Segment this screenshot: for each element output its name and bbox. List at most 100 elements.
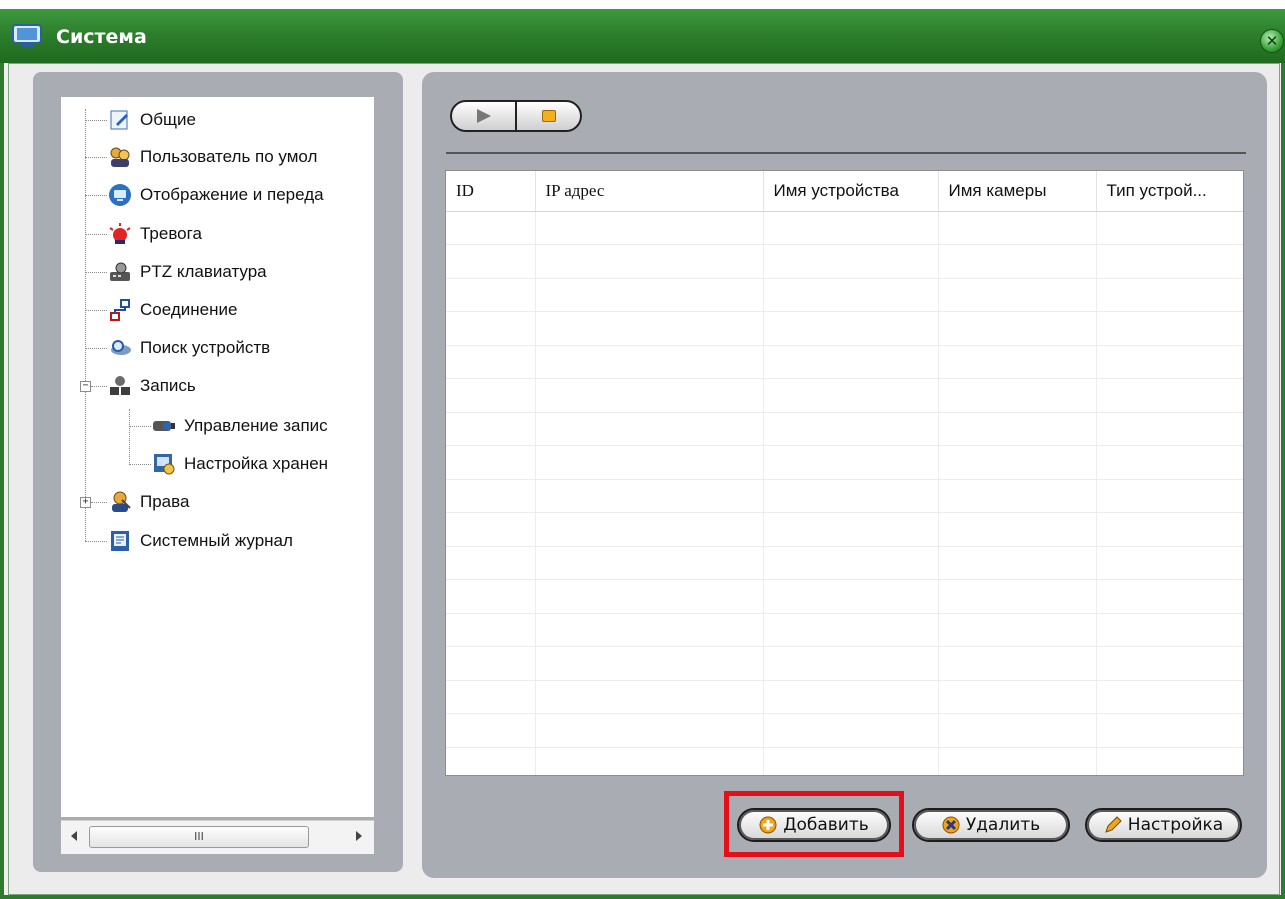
- table-cell: [763, 244, 939, 279]
- add-button-highlight: [724, 791, 904, 857]
- play-button[interactable]: [452, 102, 515, 130]
- table-cell: [763, 680, 939, 714]
- table-row[interactable]: [446, 512, 1243, 547]
- table-cell: [763, 311, 939, 346]
- table-cell: [938, 546, 1097, 580]
- settings-button[interactable]: Настройка: [1085, 808, 1242, 842]
- table-row[interactable]: [446, 579, 1243, 614]
- table-cell: [446, 479, 536, 513]
- table-cell: [1096, 479, 1243, 513]
- table-cell: [535, 445, 764, 480]
- recording-icon: [110, 376, 130, 395]
- table-cell: [938, 747, 1097, 775]
- alarm-siren-icon: [109, 223, 131, 244]
- table-row[interactable]: [446, 479, 1243, 513]
- table-cell: [535, 713, 764, 748]
- table-cell: [938, 646, 1097, 681]
- tree-item-rights[interactable]: Права: [108, 487, 189, 517]
- table-row[interactable]: [446, 646, 1243, 681]
- column-header-id[interactable]: ID: [446, 171, 536, 212]
- table-cell: [1096, 512, 1243, 547]
- tree-label: Поиск устройств: [140, 338, 271, 357]
- table-cell: [446, 512, 536, 547]
- column-header-device-type[interactable]: Тип устрой...: [1096, 171, 1243, 212]
- tree-item-record[interactable]: Запись: [108, 371, 196, 401]
- settings-button-label: Настройка: [1127, 815, 1224, 835]
- tree-item-ptz-keyboard[interactable]: PTZ клавиатура: [108, 257, 267, 287]
- table-header-row: ID IP адрес Имя устройства Имя камеры Ти…: [446, 171, 1243, 212]
- table-row[interactable]: [446, 747, 1243, 775]
- tree-item-record-management[interactable]: Управление запис: [152, 411, 328, 441]
- scrollbar-thumb[interactable]: III: [89, 826, 309, 848]
- expand-toggle-rights[interactable]: +: [80, 497, 91, 508]
- table-row[interactable]: [446, 345, 1243, 379]
- table-cell: [446, 546, 536, 580]
- window-title: Система: [56, 26, 147, 48]
- tree-item-alarm[interactable]: Тревога: [108, 219, 202, 249]
- table-cell: [763, 512, 939, 547]
- table-cell: [535, 680, 764, 714]
- table-cell: [535, 613, 764, 647]
- table-cell: [446, 278, 536, 312]
- user-rights-icon: [112, 491, 131, 512]
- table-cell: [1096, 613, 1243, 647]
- table-row[interactable]: [446, 613, 1243, 647]
- table-cell: [446, 713, 536, 748]
- table-row[interactable]: [446, 713, 1243, 748]
- table-cell: [1096, 747, 1243, 775]
- table-cell: [763, 747, 939, 775]
- delete-button[interactable]: Удалить: [912, 808, 1070, 842]
- delete-button-label: Удалить: [965, 815, 1041, 835]
- thumb-grip: III: [194, 830, 204, 843]
- table-cell: [1096, 680, 1243, 714]
- scroll-right-icon[interactable]: [356, 831, 362, 841]
- tree-item-connection[interactable]: Соединение: [108, 295, 237, 325]
- table-cell: [763, 445, 939, 480]
- table-cell: [938, 479, 1097, 513]
- table-cell: [938, 512, 1097, 547]
- table-row[interactable]: [446, 211, 1243, 245]
- table-cell: [938, 345, 1097, 379]
- table-cell: [535, 646, 764, 681]
- table-cell: [446, 412, 536, 446]
- tree-label: Настройка хранен: [184, 454, 329, 473]
- table-row[interactable]: [446, 412, 1243, 446]
- column-header-ip-address[interactable]: IP адрес: [535, 171, 764, 212]
- column-header-device-name[interactable]: Имя устройства: [763, 171, 939, 212]
- table-row[interactable]: [446, 445, 1243, 480]
- table-row[interactable]: [446, 278, 1243, 312]
- tree-item-display[interactable]: Отображение и переда: [108, 180, 324, 210]
- table-cell: [763, 345, 939, 379]
- table-row[interactable]: [446, 378, 1243, 413]
- table-row[interactable]: [446, 546, 1243, 580]
- tree-item-system-log[interactable]: Системный журнал: [108, 526, 293, 556]
- tree-horizontal-scrollbar[interactable]: III: [61, 820, 374, 854]
- table-row[interactable]: [446, 244, 1243, 279]
- table-cell: [1096, 713, 1243, 748]
- table-row[interactable]: [446, 680, 1243, 714]
- table-cell: [446, 244, 536, 279]
- stop-button[interactable]: [515, 102, 580, 130]
- table-cell: [938, 278, 1097, 312]
- tree-label: PTZ клавиатура: [140, 262, 267, 281]
- tree-item-default-user[interactable]: Пользователь по умол: [108, 142, 317, 172]
- table-row[interactable]: [446, 311, 1243, 346]
- table-cell: [938, 713, 1097, 748]
- scroll-left-icon[interactable]: [71, 831, 77, 841]
- column-header-camera-name[interactable]: Имя камеры: [938, 171, 1097, 212]
- table-cell: [1096, 445, 1243, 480]
- table-cell: [763, 378, 939, 413]
- table-cell: [938, 680, 1097, 714]
- table-cell: [1096, 345, 1243, 379]
- table-cell: [535, 546, 764, 580]
- tree-item-device-search[interactable]: Поиск устройств: [108, 333, 270, 363]
- monitor-icon: [109, 184, 131, 206]
- tree-label: Управление запис: [184, 416, 328, 435]
- close-button[interactable]: ✕: [1260, 29, 1284, 53]
- table-cell: [938, 412, 1097, 446]
- tree-item-general[interactable]: Общие: [108, 105, 196, 135]
- table-cell: [535, 244, 764, 279]
- table-cell: [535, 412, 764, 446]
- collapse-toggle-record[interactable]: −: [80, 381, 91, 392]
- tree-item-storage-settings[interactable]: Настройка хранен: [152, 449, 328, 479]
